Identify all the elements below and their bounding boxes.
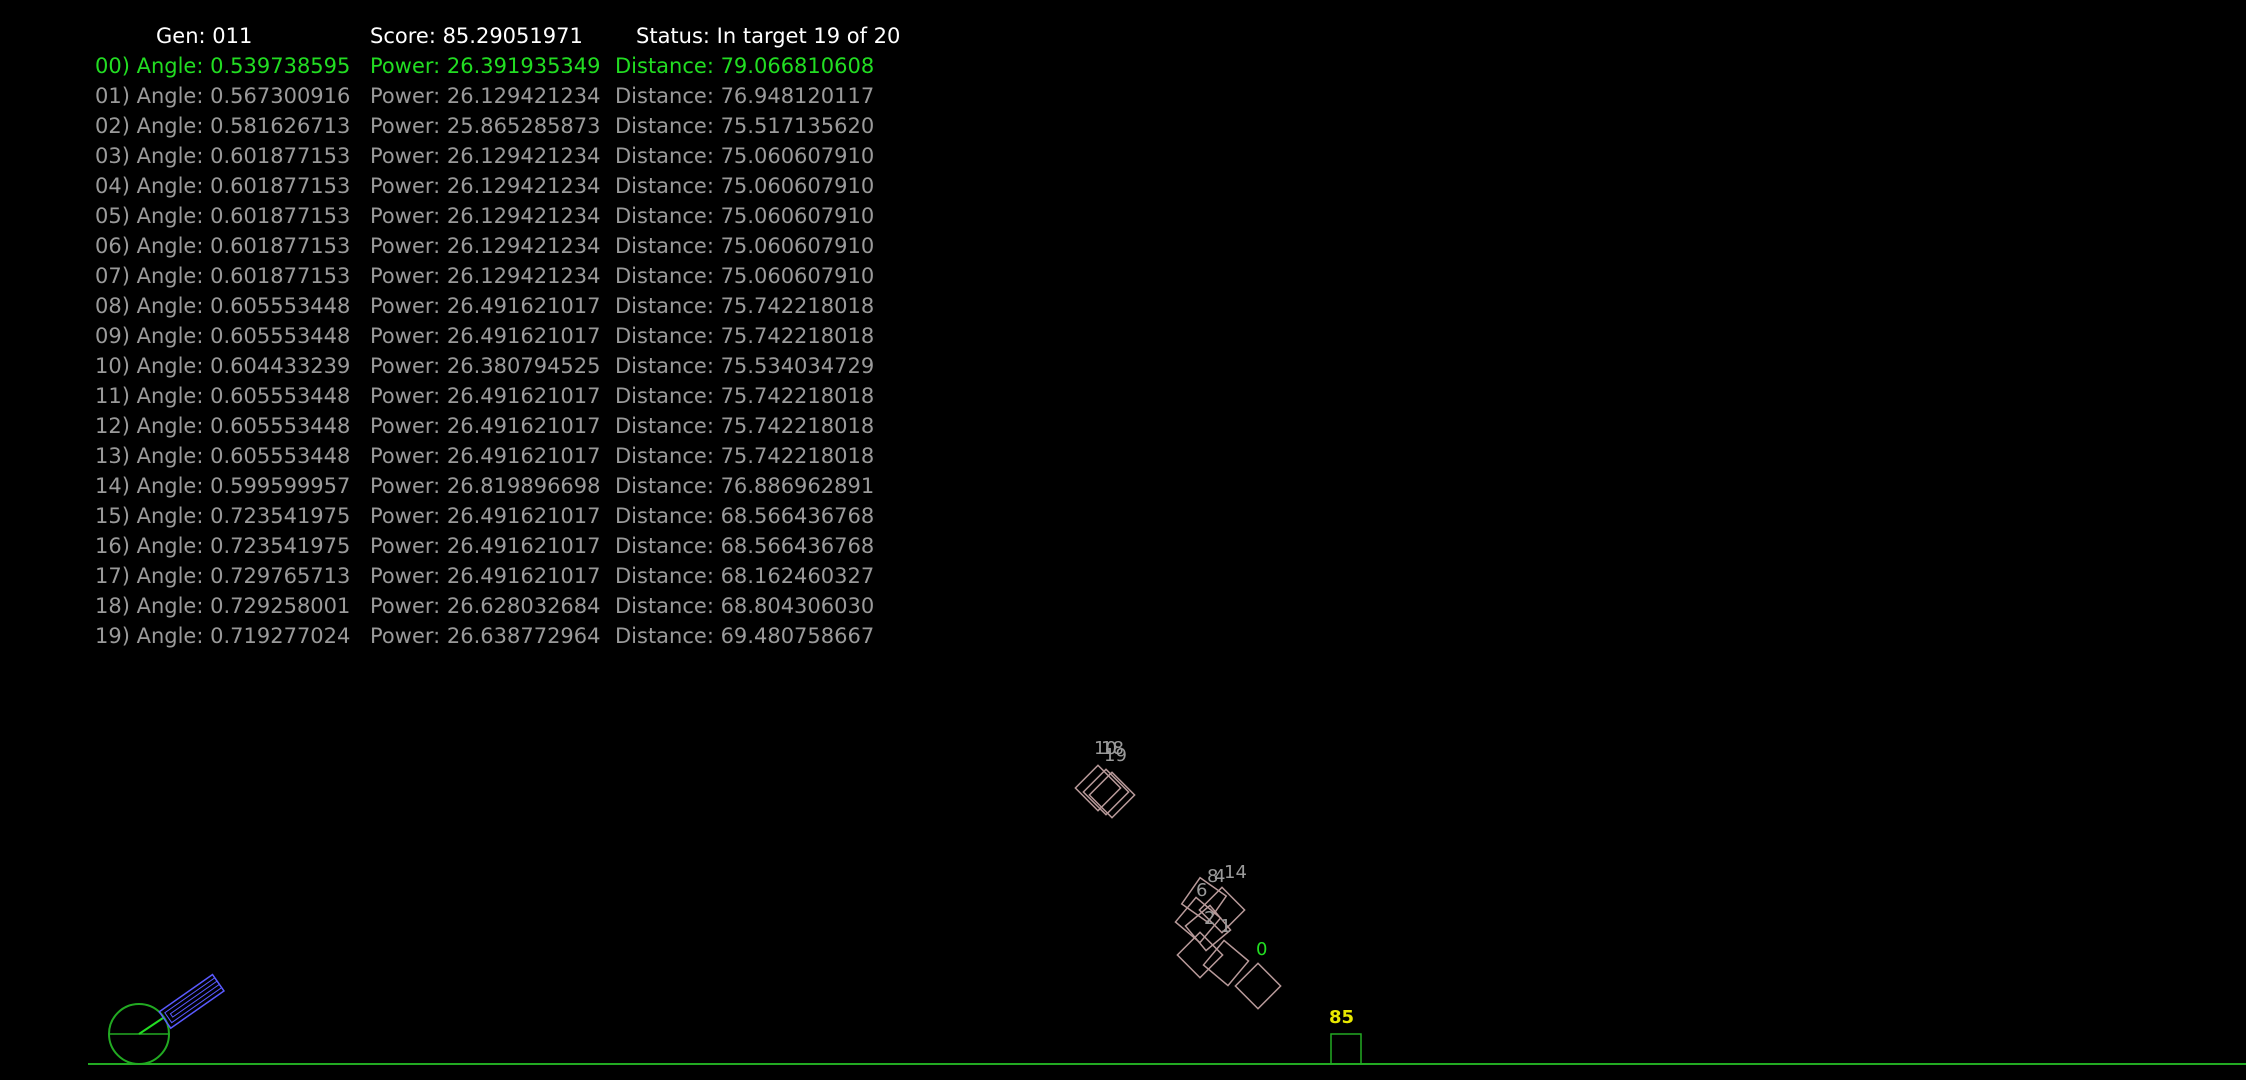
game-canvas: 10 18 19 8 4 14 6 2 1 0 85 (88, 738, 2246, 1065)
target: 85 (1329, 1007, 1362, 1065)
projectile-cluster-upper (1074, 764, 1136, 819)
projectile-label: 6 (1196, 880, 1207, 901)
best-projectile-label: 0 (1256, 939, 1267, 960)
projectile-label: 2 (1204, 908, 1215, 929)
cannon-aim-line (138, 1017, 164, 1035)
cannon (108, 973, 226, 1065)
projectile-label: 14 (1224, 862, 1247, 883)
projectile-label: 19 (1104, 745, 1127, 766)
cannon-barrel (158, 973, 226, 1030)
projectile-label: 1 (1220, 916, 1231, 937)
target-box (1330, 1033, 1362, 1065)
projectile-box (1176, 931, 1224, 979)
projectile-box (1234, 962, 1282, 1010)
target-score-label: 85 (1329, 1007, 1354, 1028)
